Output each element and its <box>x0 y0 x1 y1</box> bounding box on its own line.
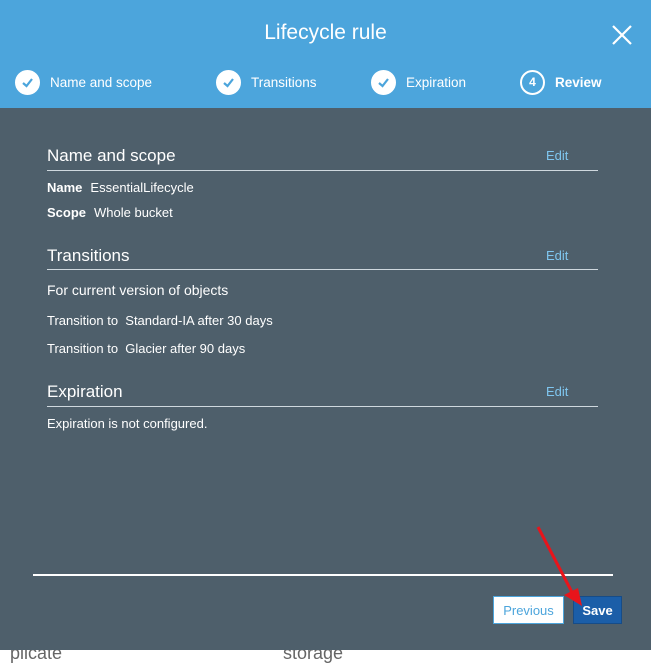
scope-row: Scope Whole bucket <box>47 205 173 220</box>
scope-key: Scope <box>47 205 87 220</box>
check-icon <box>15 69 40 95</box>
transition-line: Transition to Standard-IA after 30 days <box>47 313 273 328</box>
footer-divider <box>33 574 613 576</box>
dialog-header: Lifecycle rule Name and scope Transition… <box>0 0 651 108</box>
expiration-text: Expiration is not configured. <box>47 416 208 431</box>
step-review[interactable]: 4 Review <box>520 69 602 95</box>
step-transitions[interactable]: Transitions <box>216 69 317 95</box>
section-divider <box>47 269 598 270</box>
dialog-title: Lifecycle rule <box>264 21 387 44</box>
scope-value: Whole bucket <box>94 205 173 220</box>
step-label: Transitions <box>251 74 317 90</box>
name-key: Name <box>47 180 83 195</box>
previous-button[interactable]: Previous <box>493 596 564 624</box>
transition-line: Transition to Glacier after 90 days <box>47 341 246 356</box>
transitions-subheading: For current version of objects <box>47 282 229 298</box>
name-value: EssentialLifecycle <box>90 180 194 195</box>
edit-transitions-link[interactable]: Edit <box>546 248 568 263</box>
step-name-and-scope[interactable]: Name and scope <box>15 69 152 95</box>
section-divider <box>47 170 598 171</box>
lifecycle-rule-dialog: Lifecycle rule Name and scope Transition… <box>0 0 651 650</box>
check-icon <box>371 69 396 95</box>
step-number: 4 <box>520 69 545 95</box>
section-divider <box>47 406 598 407</box>
section-title-name-and-scope: Name and scope <box>47 146 176 165</box>
name-row: Name EssentialLifecycle <box>47 180 194 195</box>
section-title-expiration: Expiration <box>47 382 123 401</box>
step-label: Review <box>555 74 602 90</box>
step-label: Name and scope <box>50 74 153 90</box>
section-title-transitions: Transitions <box>47 246 130 265</box>
step-label: Expiration <box>406 74 467 90</box>
edit-name-and-scope-link[interactable]: Edit <box>546 148 568 163</box>
save-button[interactable]: Save <box>573 596 622 624</box>
step-expiration[interactable]: Expiration <box>371 69 466 95</box>
check-icon <box>216 69 241 95</box>
close-icon[interactable] <box>609 22 635 48</box>
edit-expiration-link[interactable]: Edit <box>546 384 568 399</box>
